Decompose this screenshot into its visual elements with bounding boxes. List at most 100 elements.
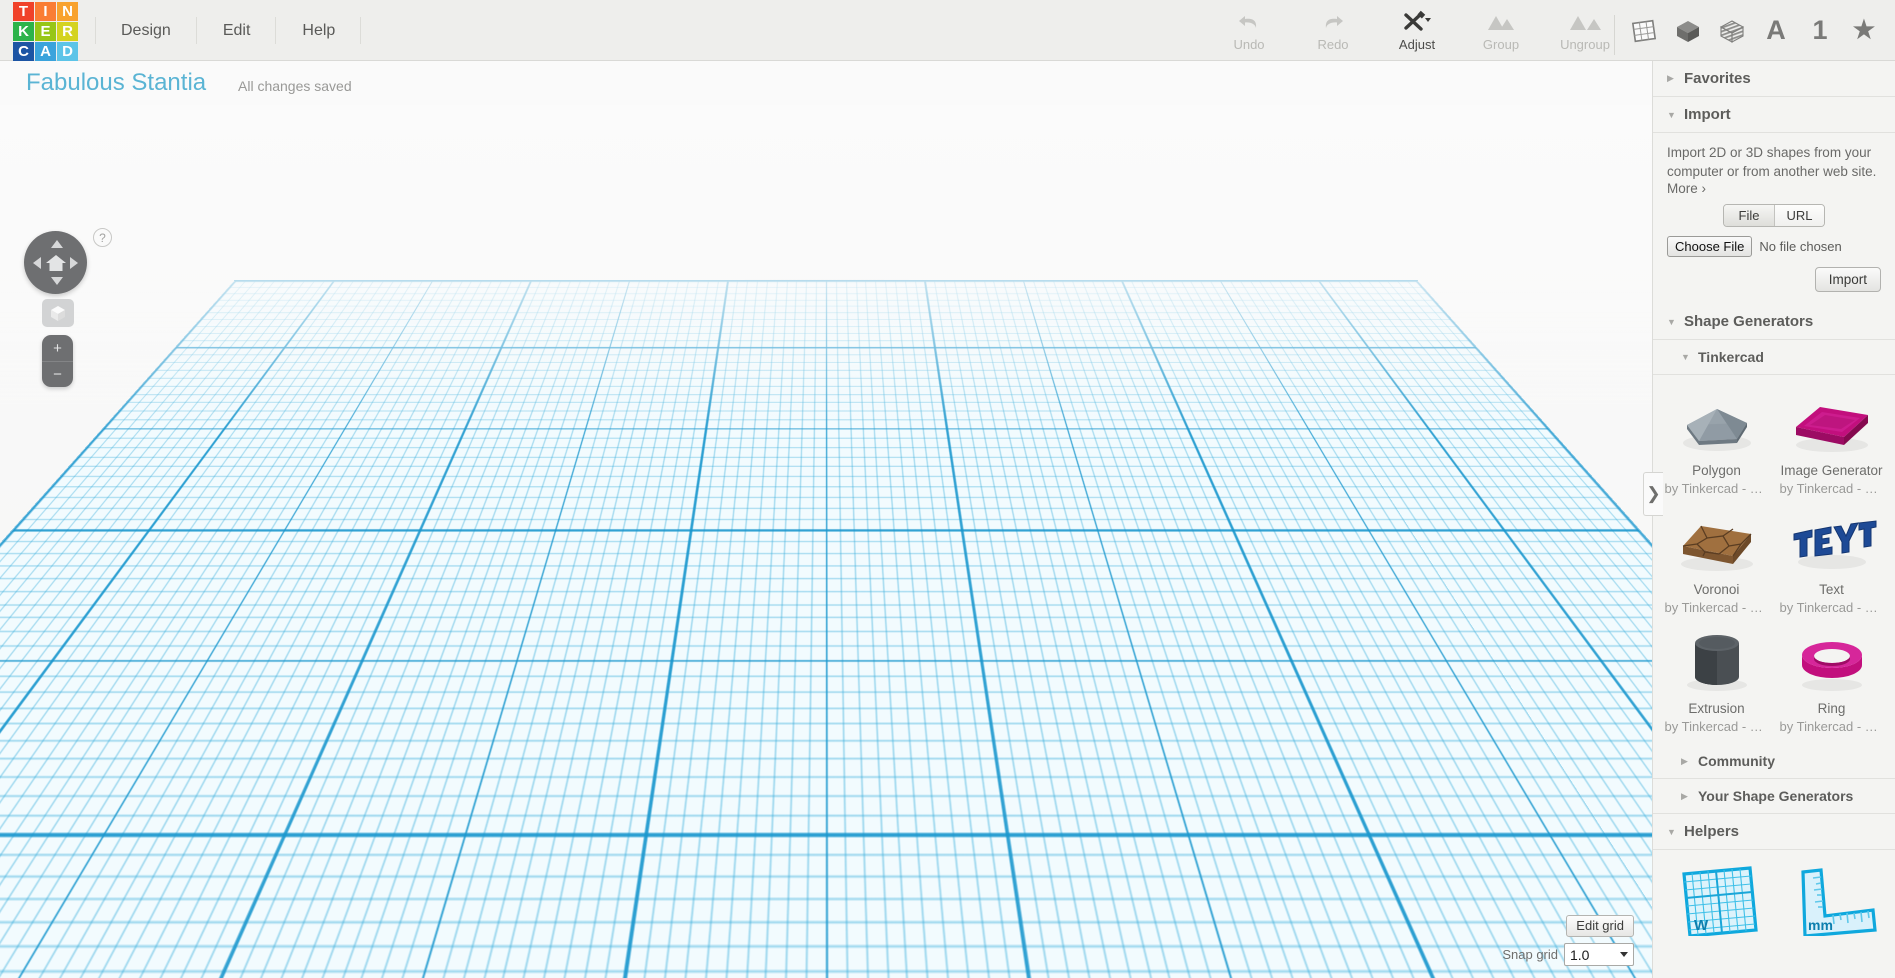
tab-file[interactable]: File [1724,205,1774,226]
help-badge[interactable]: ? [93,228,112,247]
undo-icon [1236,9,1262,35]
chevron-right-icon: ▶ [1681,755,1688,766]
count-view-icon[interactable]: 1 [1799,9,1841,53]
menu-item-edit[interactable]: Edit [197,0,277,61]
workplane: Workplane [0,105,1652,978]
nav-right-icon[interactable] [70,257,78,269]
image-generator-thumbnail [1784,391,1880,457]
shape-generator-grid: Polygon by Tinkercad - Pe... Image Gener… [1653,375,1895,744]
chevron-down-icon: ▼ [1667,826,1676,837]
shape-author: by Tinkercad - Pe... [1779,719,1884,734]
workplane-grid[interactable] [0,105,1652,288]
shape-label: Extrusion [1688,701,1745,716]
text-thumbnail [1784,510,1880,576]
shape-item-image-generator[interactable]: Image Generator by Tinkercad - Pe... [1774,383,1889,502]
helpers-grid: W mm [1653,850,1895,946]
helper-item-workplane[interactable]: W [1659,860,1774,936]
grid-view-icon[interactable] [1623,9,1665,53]
choose-file-button[interactable]: Choose File [1667,236,1753,257]
section-label: Shape Generators [1684,313,1814,330]
text-view-icon[interactable]: A [1755,9,1797,53]
logo-cell: I [35,2,56,21]
shape-author: by Tinkercad - Pe... [1664,719,1769,734]
subsection-community[interactable]: ▶ Community [1653,744,1895,779]
shape-item-polygon[interactable]: Polygon by Tinkercad - Pe... [1659,383,1774,502]
adjust-button[interactable]: Adjust [1375,0,1459,61]
subsection-tinkercad[interactable]: ▼ Tinkercad [1653,340,1895,375]
helper-item-ruler[interactable]: mm [1774,860,1889,936]
shape-label: Ring [1817,701,1846,716]
redo-icon [1320,9,1346,35]
tinkercad-logo[interactable]: T I N K E R C A D [13,2,79,62]
shape-author: by Tinkercad - Pe... [1664,600,1769,615]
zoom-controls: + − [42,335,73,387]
snap-grid-label: Snap grid [1502,947,1558,962]
section-label: Helpers [1684,823,1740,840]
import-source-tabs: File URL [1667,204,1881,227]
top-toolbar: T I N K E R C A D Design Edit Help Undo [0,0,1895,61]
logo-cell: K [13,22,34,41]
group-icon [1484,9,1518,35]
favorite-star-icon[interactable]: ★ [1843,9,1885,53]
panel-collapse-handle[interactable]: ❯ [1643,472,1663,516]
menu-item-label: Help [302,21,336,39]
section-label: Favorites [1684,70,1751,87]
no-file-label: No file chosen [1759,239,1842,254]
section-helpers[interactable]: ▼ Helpers [1653,814,1895,850]
text-view-label: A [1766,15,1786,45]
design-canvas[interactable]: Workplane ? + − Edit grid Snap grid 1.0 [0,105,1652,978]
shape-item-voronoi[interactable]: Voronoi by Tinkercad - Pe... [1659,502,1774,621]
ring-thumbnail [1784,629,1880,695]
shape-item-text[interactable]: Text by Tinkercad - Pe... [1774,502,1889,621]
logo-cell: C [13,42,34,61]
menu-item-help[interactable]: Help [276,0,362,61]
redo-button[interactable]: Redo [1291,0,1375,61]
zoom-in-button[interactable]: + [42,335,73,361]
section-import[interactable]: ▼ Import [1653,97,1895,133]
shape-author: by Tinkercad - Pe... [1779,600,1884,615]
undo-button[interactable]: Undo [1207,0,1291,61]
voronoi-thumbnail [1669,510,1765,576]
shape-author: by Tinkercad - Pe... [1779,481,1884,496]
shape-label: Image Generator [1780,463,1883,478]
project-title[interactable]: Fabulous Stantia [26,69,206,97]
cube-icon [51,306,65,321]
menu-item-design[interactable]: Design [95,0,197,61]
nav-left-icon[interactable] [33,257,41,269]
shape-item-extrusion[interactable]: Extrusion by Tinkercad - Pe... [1659,621,1774,740]
edit-tools: Undo Redo Adjust Group Ungroup [1207,0,1627,61]
chevron-down-icon [1620,952,1628,957]
section-shape-generators[interactable]: ▼ Shape Generators [1653,304,1895,340]
main-menu: Design Edit Help [95,0,362,61]
project-header: Fabulous Stantia All changes saved [0,61,1652,105]
tab-url[interactable]: URL [1774,205,1824,226]
shape-item-ring[interactable]: Ring by Tinkercad - Pe... [1774,621,1889,740]
subsection-your-shape-generators[interactable]: ▶ Your Shape Generators [1653,779,1895,814]
fit-to-view-button[interactable] [42,299,74,327]
group-button[interactable]: Group [1459,0,1543,61]
redo-label: Redo [1317,37,1349,52]
nav-up-icon[interactable] [51,240,63,248]
chevron-down-icon: ▼ [1667,109,1676,120]
home-view-icon[interactable] [45,252,67,274]
star-glyph: ★ [1852,16,1876,44]
workplane-stage [0,105,1652,978]
menu-item-label: Edit [222,21,251,39]
section-favorites[interactable]: ▶ Favorites [1653,61,1895,97]
solid-view-icon[interactable] [1667,9,1709,53]
edit-grid-button[interactable]: Edit grid [1566,915,1634,937]
snap-grid-value: 1.0 [1570,946,1590,963]
view-navigation-disc[interactable] [24,231,87,294]
menu-item-label: Design [121,21,171,39]
import-more-link[interactable]: More › [1667,181,1881,196]
transparent-view-icon[interactable] [1711,9,1753,53]
logo-cell: T [13,2,34,21]
zoom-out-button[interactable]: − [42,361,73,387]
undo-label: Undo [1233,37,1265,52]
import-button[interactable]: Import [1814,267,1881,292]
view-mode-icons: A 1 ★ [1608,0,1885,61]
nav-down-icon[interactable] [51,277,63,285]
grid-controls: Edit grid Snap grid 1.0 [1502,915,1634,966]
snap-grid-select[interactable]: 1.0 [1564,943,1634,966]
right-sidebar: ▶ Favorites ▼ Import Import 2D or 3D sha… [1652,61,1895,978]
